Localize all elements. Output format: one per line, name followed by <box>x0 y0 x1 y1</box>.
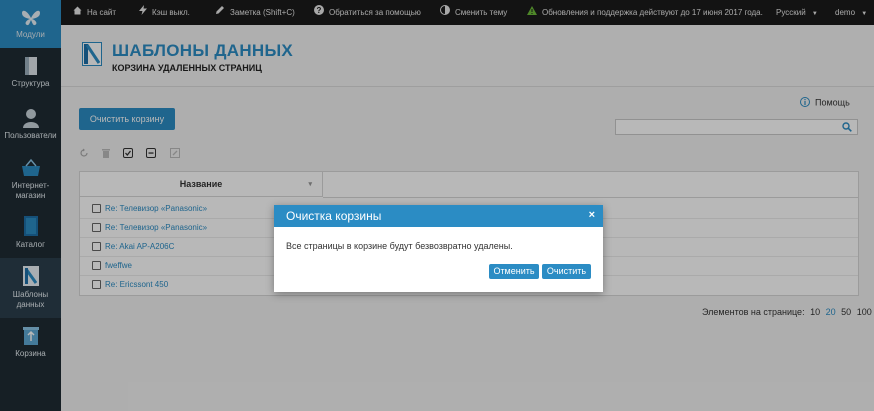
dialog-header: Очистка корзины × <box>274 205 603 227</box>
close-icon[interactable]: × <box>589 209 595 221</box>
dialog-message: Все страницы в корзине будут безвозвратн… <box>286 241 513 251</box>
dialog-title: Очистка корзины <box>286 209 382 223</box>
confirm-clear-button[interactable]: Очистить <box>542 264 591 279</box>
clear-trash-dialog: Очистка корзины × Все страницы в корзине… <box>274 205 603 292</box>
cancel-button[interactable]: Отменить <box>489 264 539 279</box>
